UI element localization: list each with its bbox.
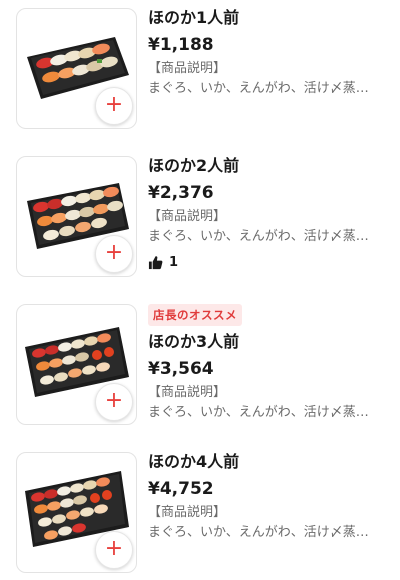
like-count[interactable]: 1 — [148, 255, 386, 270]
plus-icon: + — [104, 240, 124, 265]
item-description-label: 【商品説明】 — [148, 505, 227, 520]
thumbs-up-icon — [148, 256, 163, 270]
item-name: ほのか4人前 — [148, 452, 240, 471]
plus-icon: + — [104, 536, 124, 561]
menu-item-honoka-2[interactable]: + ほのか2人前 ¥2,376 【商品説明】 まぐろ、いか、えんがわ、活け〆蒸…… — [16, 156, 386, 284]
item-price: ¥2,376 — [148, 183, 214, 203]
item-description-label: 【商品説明】 — [148, 385, 227, 400]
item-info: 店長のオススメ ほのか3人前 ¥3,564 【商品説明】 まぐろ、いか、えんがわ… — [148, 304, 386, 422]
item-info: ほのか4人前 ¥4,752 【商品説明】 まぐろ、いか、えんがわ、活け〆蒸… — [148, 452, 386, 542]
menu-item-honoka-1[interactable]: + ほのか1人前 ¥1,188 【商品説明】 まぐろ、いか、えんがわ、活け〆蒸… — [16, 8, 386, 136]
item-description: まぐろ、いか、えんがわ、活け〆蒸… — [148, 405, 369, 420]
recommendation-badge: 店長のオススメ — [148, 304, 242, 326]
item-price: ¥3,564 — [148, 359, 214, 379]
item-name: ほのか2人前 — [148, 156, 240, 175]
add-to-cart-button[interactable]: + — [95, 383, 133, 421]
product-image[interactable]: + — [16, 452, 137, 573]
item-info: ほのか1人前 ¥1,188 【商品説明】 まぐろ、いか、えんがわ、活け〆蒸… — [148, 8, 386, 98]
menu-item-honoka-4[interactable]: + ほのか4人前 ¥4,752 【商品説明】 まぐろ、いか、えんがわ、活け〆蒸… — [16, 452, 386, 580]
item-name: ほのか3人前 — [148, 332, 240, 351]
plus-icon: + — [104, 388, 124, 413]
add-to-cart-button[interactable]: + — [95, 531, 133, 569]
like-count-value: 1 — [169, 255, 179, 270]
item-description-label: 【商品説明】 — [148, 61, 227, 76]
item-description: まぐろ、いか、えんがわ、活け〆蒸… — [148, 525, 369, 540]
product-image[interactable]: + — [16, 156, 137, 277]
item-price: ¥4,752 — [148, 479, 214, 499]
product-image[interactable]: + — [16, 304, 137, 425]
add-to-cart-button[interactable]: + — [95, 235, 133, 273]
item-name: ほのか1人前 — [148, 8, 240, 27]
item-price: ¥1,188 — [148, 35, 214, 55]
item-description: まぐろ、いか、えんがわ、活け〆蒸… — [148, 229, 369, 244]
add-to-cart-button[interactable]: + — [95, 87, 133, 125]
item-description-label: 【商品説明】 — [148, 209, 227, 224]
menu-item-honoka-3[interactable]: + 店長のオススメ ほのか3人前 ¥3,564 【商品説明】 まぐろ、いか、えん… — [16, 304, 386, 432]
item-info: ほのか2人前 ¥2,376 【商品説明】 まぐろ、いか、えんがわ、活け〆蒸… 1 — [148, 156, 386, 270]
plus-icon: + — [104, 92, 124, 117]
product-image[interactable]: + — [16, 8, 137, 129]
item-description: まぐろ、いか、えんがわ、活け〆蒸… — [148, 81, 369, 96]
